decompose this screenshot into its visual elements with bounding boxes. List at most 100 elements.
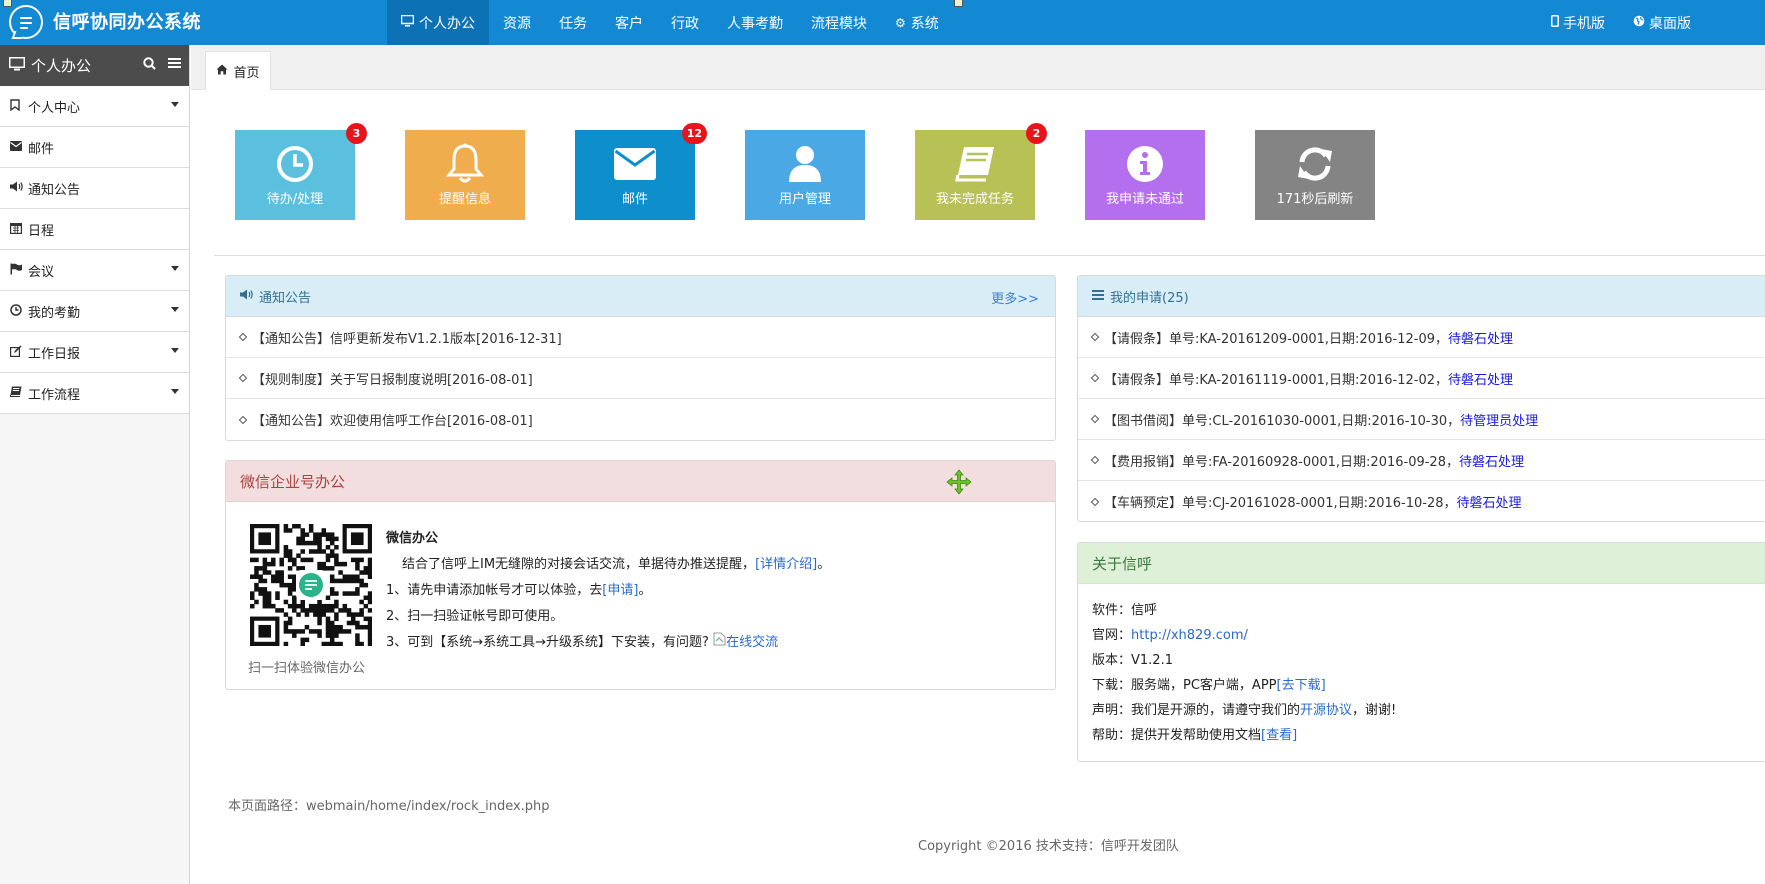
- top-bar: 信呼协同办公系统 个人办公 资源 任务 客户 行政 人事考勤 流程模块 ⚙ 系统 …: [0, 0, 1765, 45]
- list-item[interactable]: 【通知公告】信呼更新发布V1.2.1版本[2016-12-31]: [226, 317, 1055, 358]
- desktop-version-link[interactable]: 桌面版: [1619, 0, 1705, 45]
- sidebar-item-label: 通知公告: [28, 182, 81, 198]
- tile-label: 171秒后刷新: [1276, 192, 1354, 207]
- sidebar-item-label: 日程: [28, 223, 55, 239]
- wechat-step-1-end: 。: [638, 583, 652, 598]
- divider: [214, 255, 1765, 256]
- envelope-icon: [575, 142, 695, 186]
- globe-icon: [1633, 15, 1645, 30]
- tile-label: 提醒信息: [438, 192, 491, 207]
- mobile-version-link[interactable]: 手机版: [1537, 0, 1619, 45]
- refresh-icon: [1255, 142, 1375, 186]
- nav-personal-office[interactable]: 个人办公: [387, 0, 489, 45]
- sidebar: 个人办公 个人中心 邮件 通知公告 日程 会议 我的考勤 工作日报 工作流程: [0, 45, 190, 884]
- list-item[interactable]: 【请假条】单号:KA-20161119-0001,日期:2016-12-02，待…: [1078, 358, 1765, 399]
- monitor-icon: [400, 14, 415, 30]
- about-label: 帮助：: [1092, 728, 1132, 743]
- tile-label: 邮件: [621, 192, 648, 207]
- envelope-icon: [10, 140, 28, 154]
- nav-label: 行政: [671, 15, 699, 32]
- panel-title: 关于信呼: [1092, 554, 1153, 573]
- list-item[interactable]: 【规则制度】关于写日报制度说明[2016-08-01]: [226, 358, 1055, 399]
- sidebar-item-meetings[interactable]: 会议: [0, 250, 189, 291]
- sidebar-item-workflow[interactable]: 工作流程: [0, 373, 189, 414]
- move-icon[interactable]: [946, 469, 972, 499]
- application-status-link[interactable]: 待磐石处理: [1448, 328, 1513, 347]
- mobile-icon: [1551, 15, 1559, 30]
- nav-label: 手机版: [1563, 15, 1605, 32]
- monitor-icon: [9, 56, 25, 75]
- about-statement: 我们是开源的，请遵守我们的: [1131, 703, 1301, 718]
- application-text: 【费用报销】单号:FA-20160928-0001,日期:2016-09-28，: [1104, 454, 1459, 470]
- sidebar-item-mail[interactable]: 邮件: [0, 127, 189, 168]
- copyright: Copyright ©2016 技术支持：信呼开发团队: [918, 839, 1179, 854]
- download-link[interactable]: [去下载]: [1277, 678, 1326, 693]
- apply-link[interactable]: [申请]: [602, 583, 638, 598]
- application-text: 【图书借阅】单号:CL-20161030-0001,日期:2016-10-30，: [1104, 413, 1461, 429]
- tile-user-management[interactable]: 用户管理: [745, 130, 865, 220]
- book-icon: [10, 386, 28, 400]
- view-docs-link[interactable]: [查看]: [1261, 728, 1297, 743]
- sidebar-item-attendance[interactable]: 我的考勤: [0, 291, 189, 332]
- license-link[interactable]: 开源协议: [1300, 703, 1352, 718]
- diamond-bullet-icon: [238, 332, 248, 342]
- application-status-link[interactable]: 待管理员处理: [1460, 410, 1538, 429]
- search-icon[interactable]: [143, 57, 156, 74]
- more-link[interactable]: 更多>>: [991, 288, 1039, 307]
- sidebar-item-label: 邮件: [28, 141, 55, 157]
- clock-icon: [235, 142, 355, 186]
- online-chat-link[interactable]: 在线交流: [713, 632, 778, 650]
- chat-logo-icon: [9, 5, 43, 39]
- tile-reminders[interactable]: 提醒信息: [405, 130, 525, 220]
- list-item[interactable]: 【请假条】单号:KA-20161209-0001,日期:2016-12-09，待…: [1078, 317, 1765, 358]
- clock-icon: [10, 303, 28, 319]
- list-icon: [1092, 289, 1104, 303]
- application-status-link[interactable]: 待磐石处理: [1457, 492, 1522, 511]
- nav-admin[interactable]: 行政: [657, 0, 713, 45]
- application-status-link[interactable]: 待磐石处理: [1459, 451, 1524, 470]
- about-version: V1.2.1: [1131, 653, 1173, 668]
- nav-workflow[interactable]: 流程模块: [797, 0, 881, 45]
- nav-tasks[interactable]: 任务: [545, 0, 601, 45]
- website-link[interactable]: http://xh829.com/: [1131, 628, 1248, 643]
- tab-home[interactable]: 首页: [205, 51, 271, 90]
- list-item[interactable]: 【图书借阅】单号:CL-20161030-0001,日期:2016-10-30，…: [1078, 399, 1765, 440]
- tile-refresh[interactable]: 171秒后刷新: [1255, 130, 1375, 220]
- list-item[interactable]: 【通知公告】欢迎使用信呼工作台[2016-08-01]: [226, 399, 1055, 440]
- diamond-bullet-icon: [238, 415, 248, 424]
- tile-todo[interactable]: 待办/处理 3: [235, 123, 367, 220]
- sidebar-item-daily-report[interactable]: 工作日报: [0, 332, 189, 373]
- nav-label: 流程模块: [811, 15, 867, 32]
- tile-rejected-applications[interactable]: 我申请未通过: [1085, 130, 1205, 220]
- nav-system[interactable]: ⚙ 系统: [881, 0, 953, 45]
- volume-icon: [10, 181, 28, 195]
- volume-icon: [240, 289, 253, 303]
- count-badge: 2: [1026, 123, 1047, 144]
- sidebar-item-personal-center[interactable]: 个人中心: [0, 86, 189, 127]
- wechat-step-2: 2、扫一扫验证帐号即可使用。: [386, 609, 564, 624]
- calendar-icon: [10, 222, 28, 237]
- list-item[interactable]: 【车辆预定】单号:CJ-20161028-0001,日期:2016-10-28，…: [1078, 481, 1765, 521]
- sidebar-item-notices[interactable]: 通知公告: [0, 168, 189, 209]
- application-status-link[interactable]: 待磐石处理: [1448, 369, 1513, 388]
- list-item[interactable]: 【费用报销】单号:FA-20160928-0001,日期:2016-09-28，…: [1078, 440, 1765, 481]
- gear-icon: ⚙: [895, 15, 906, 30]
- sidebar-item-schedule[interactable]: 日程: [0, 209, 189, 250]
- sidebar-title: 个人办公: [31, 57, 92, 75]
- wechat-panel: 微信企业号办公 扫一扫体验微信办公 微信办公 结合了信呼上IM无缝隙的对接会话交…: [225, 460, 1056, 690]
- wechat-desc-end: 。: [817, 557, 831, 572]
- nav-customers[interactable]: 客户: [601, 0, 657, 45]
- nav-label: 人事考勤: [727, 15, 783, 32]
- details-link[interactable]: [详情介绍]: [755, 557, 817, 572]
- nav-hr-attendance[interactable]: 人事考勤: [713, 0, 797, 45]
- menu-icon[interactable]: [168, 57, 181, 74]
- nav-resources[interactable]: 资源: [489, 0, 545, 45]
- tile-mail[interactable]: 邮件 12: [575, 123, 707, 220]
- resize-handle[interactable]: [954, 0, 963, 7]
- resize-handle[interactable]: [3, 0, 12, 7]
- bookmark-icon: [10, 98, 28, 114]
- tile-unfinished-tasks[interactable]: 我未完成任务 2: [915, 123, 1047, 220]
- application-text: 【请假条】单号:KA-20161209-0001,日期:2016-12-09，: [1104, 331, 1448, 347]
- page-path: 本页面路径：webmain/home/index/rock_index.php: [228, 799, 550, 814]
- notice-text: 【规则制度】关于写日报制度说明[2016-08-01]: [252, 372, 533, 388]
